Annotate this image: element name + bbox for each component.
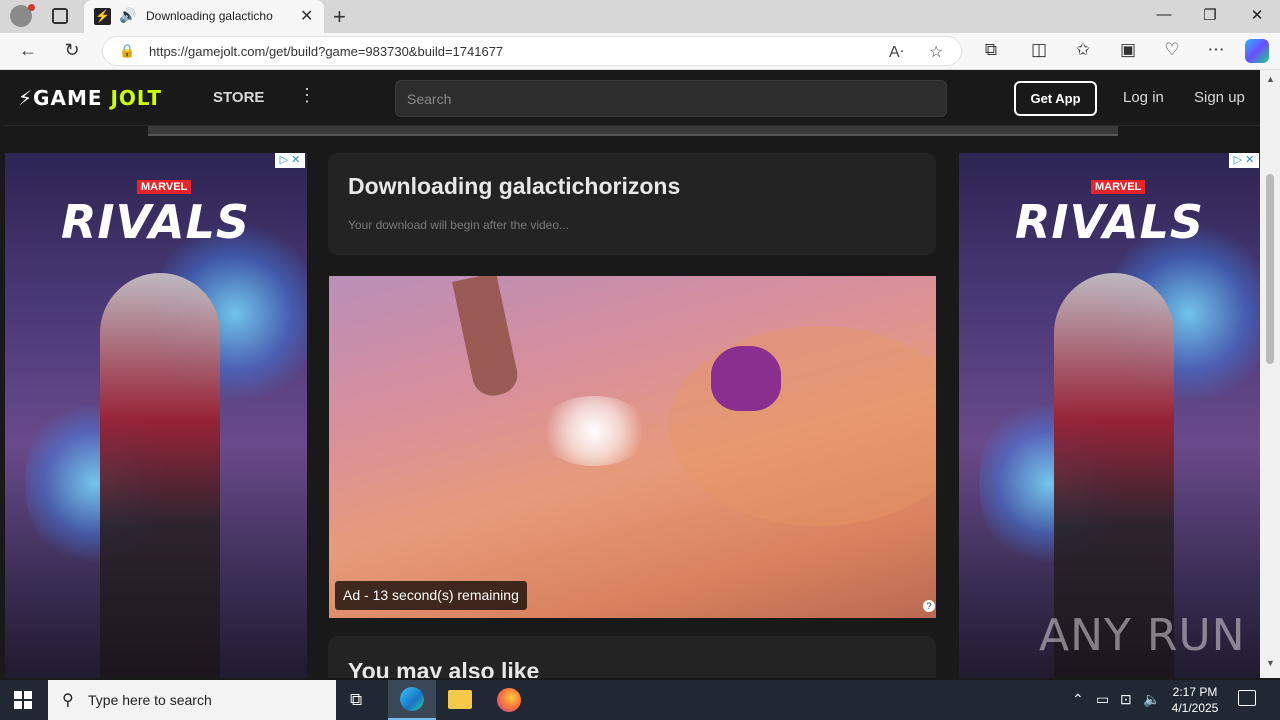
speaker-icon[interactable]: 🔊: [119, 7, 136, 24]
browser-essentials-icon[interactable]: ♡: [1160, 40, 1184, 60]
tab-close-icon[interactable]: ✕: [300, 6, 313, 26]
edge-icon: [400, 687, 424, 711]
download-header-card: Downloading galactichorizons Your downlo…: [328, 153, 936, 255]
favorite-star-icon[interactable]: ☆: [929, 42, 943, 62]
scroll-down-icon[interactable]: ▼: [1266, 658, 1275, 668]
left-side-ad[interactable]: MARVEL RIVALS ▷ ✕: [5, 153, 307, 678]
active-tab[interactable]: ⚡ 🔊 Downloading galacticho ✕: [84, 0, 324, 33]
recommendations-title: You may also like: [348, 658, 540, 678]
close-window-icon[interactable]: ✕: [1242, 6, 1272, 24]
recommendations-card: You may also like: [328, 636, 936, 678]
notification-center-icon[interactable]: [1238, 690, 1256, 706]
firefox-icon[interactable]: [497, 688, 521, 712]
collections-icon[interactable]: ▣: [1116, 40, 1140, 60]
read-aloud-icon[interactable]: Aᐧ: [889, 42, 904, 62]
clock-date: 4/1/2025: [1171, 701, 1219, 715]
task-view-icon[interactable]: ⧉: [350, 690, 362, 710]
device-icon[interactable]: ▭: [1096, 691, 1109, 708]
minimize-icon[interactable]: —: [1149, 6, 1179, 23]
ad-choices-icon[interactable]: ▷ ✕: [1229, 153, 1259, 168]
store-link[interactable]: STORE: [213, 89, 264, 106]
url-field[interactable]: 🔒 https://gamejolt.com/get/build?game=98…: [102, 36, 962, 66]
logo-jolt-text: JOLT: [110, 86, 163, 110]
ad-title: RIVALS: [61, 195, 251, 249]
video-scene-dune: [669, 326, 936, 526]
search-icon: ⚲: [62, 692, 74, 709]
new-tab-icon[interactable]: +: [333, 4, 346, 30]
more-menu-icon[interactable]: ⋮: [298, 85, 316, 106]
download-subtitle: Your download will begin after the video…: [348, 218, 570, 232]
top-banner-ad[interactable]: [148, 126, 1118, 136]
split-screen-icon[interactable]: ◫: [1027, 40, 1051, 60]
site-search-input[interactable]: [395, 80, 947, 117]
settings-more-icon[interactable]: ⋯: [1204, 40, 1228, 60]
ad-character-image: [100, 273, 220, 678]
back-icon[interactable]: ←: [16, 40, 40, 61]
taskbar-clock[interactable]: 2:17 PM 4/1/2025: [1170, 684, 1220, 716]
lock-icon[interactable]: 🔒: [119, 43, 135, 59]
video-scene-creature: [711, 346, 781, 411]
ad-choices-icon[interactable]: ▷ ✕: [275, 153, 305, 168]
right-side-ad[interactable]: MARVEL RIVALS ▷ ✕: [959, 153, 1260, 678]
scroll-thumb[interactable]: [1266, 174, 1274, 364]
windows-taskbar: ⚲ Type here to search ⧉ ⌃ ▭ ⊡ 🔈 2:17 PM …: [0, 680, 1280, 720]
anyrun-watermark: ANY RUN: [1039, 610, 1246, 661]
extensions-icon[interactable]: ⧉: [979, 40, 1003, 60]
restore-icon[interactable]: ❐: [1195, 6, 1225, 24]
copilot-icon[interactable]: [1245, 39, 1269, 63]
page-title: Downloading galactichorizons: [348, 173, 681, 199]
tab-title: Downloading galacticho: [146, 9, 273, 23]
show-hidden-icons-icon[interactable]: ⌃: [1072, 691, 1084, 708]
video-ad-player[interactable]: Ad - 13 second(s) remaining ?: [329, 276, 936, 618]
ad-countdown-label: Ad - 13 second(s) remaining: [335, 581, 527, 610]
video-scene-splash: [539, 396, 649, 466]
profile-notification-dot: [28, 4, 35, 11]
gamejolt-favicon-icon: ⚡: [94, 8, 111, 25]
url-text[interactable]: https://gamejolt.com/get/build?game=9837…: [149, 44, 503, 59]
refresh-icon[interactable]: ↻: [60, 40, 84, 61]
ad-title: RIVALS: [1015, 195, 1205, 249]
gamejolt-navbar: ⚡GAME JOLT STORE ⋮ Get App Log in Sign u…: [4, 70, 1260, 126]
ad-brand-label: MARVEL: [137, 180, 192, 194]
video-scene-tree: [452, 276, 521, 400]
favorites-icon[interactable]: ✩: [1071, 40, 1095, 60]
page-scrollbar[interactable]: ▲ ▼: [1260, 70, 1280, 678]
scroll-up-icon[interactable]: ▲: [1266, 74, 1275, 84]
clock-time: 2:17 PM: [1172, 685, 1218, 699]
taskbar-edge-app[interactable]: [388, 680, 436, 720]
web-page: ⚡GAME JOLT STORE ⋮ Get App Log in Sign u…: [4, 70, 1260, 678]
volume-icon[interactable]: 🔈: [1143, 691, 1160, 708]
network-icon[interactable]: ⊡: [1120, 691, 1132, 708]
taskbar-search-placeholder: Type here to search: [88, 692, 212, 708]
ad-brand-label: MARVEL: [1091, 180, 1146, 194]
gamejolt-logo[interactable]: ⚡GAME JOLT: [18, 86, 162, 110]
browser-tab-bar: ⚡ 🔊 Downloading galacticho ✕ + — ❐ ✕: [0, 0, 1280, 33]
signup-link[interactable]: Sign up: [1194, 89, 1245, 106]
login-link[interactable]: Log in: [1123, 89, 1164, 106]
tab-actions-icon[interactable]: [52, 8, 68, 24]
windows-start-icon[interactable]: [14, 691, 32, 709]
browser-address-bar: ← ↻ 🔒 https://gamejolt.com/get/build?gam…: [0, 33, 1280, 70]
file-explorer-icon[interactable]: [448, 690, 472, 709]
logo-game-text: GAME: [33, 86, 103, 110]
taskbar-search-box[interactable]: ⚲ Type here to search: [48, 680, 336, 720]
help-icon[interactable]: ?: [923, 600, 935, 612]
get-app-button[interactable]: Get App: [1014, 81, 1097, 116]
